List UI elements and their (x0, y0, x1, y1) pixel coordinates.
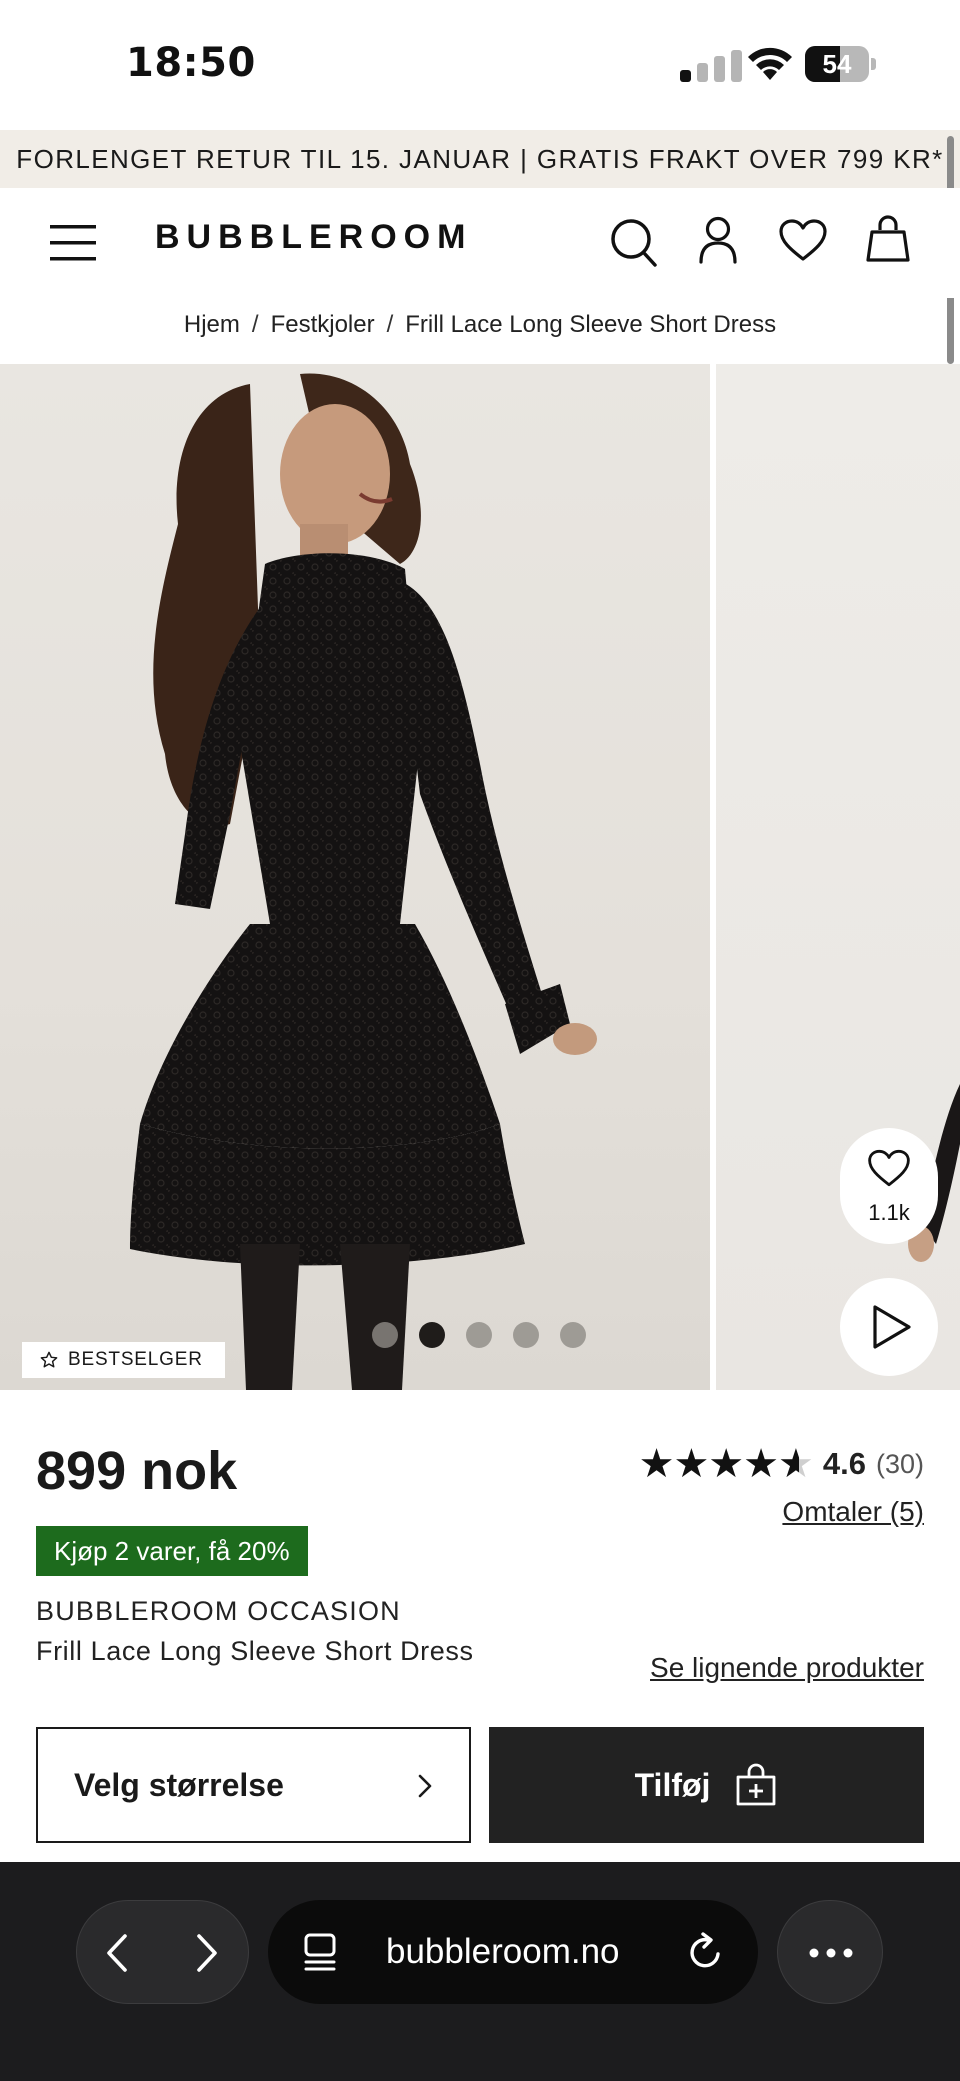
account-icon[interactable] (698, 216, 738, 264)
back-arrow-icon[interactable] (105, 1933, 129, 1973)
star-outline-icon (40, 1351, 58, 1368)
add-to-bag-icon (737, 1763, 776, 1806)
wishlist-heart-icon[interactable] (778, 218, 828, 262)
wifi-icon (748, 47, 792, 80)
breadcrumb-category[interactable]: Festkjoler (271, 311, 375, 338)
rating-value: 4.6 (822, 1446, 866, 1481)
breadcrumb-home[interactable]: Hjem (184, 311, 240, 338)
model-in-black-lace-dress-image (130, 373, 597, 1390)
select-size-button[interactable]: Velg størrelse (36, 1727, 471, 1843)
gallery-dot[interactable] (419, 1322, 445, 1348)
promo-banner[interactable]: FORLENGET RETUR TIL 15. JANUAR | GRATIS … (0, 130, 960, 188)
url-text[interactable]: bubbleroom.no (386, 1900, 620, 2004)
breadcrumb-current: Frill Lace Long Sleeve Short Dress (405, 311, 777, 338)
favorite-count: 1.1k (868, 1200, 910, 1225)
select-size-label: Velg størrelse (74, 1767, 284, 1803)
status-bar: 18:50 54 (0, 0, 960, 130)
rating-stars: ★★★★★ ★★★★★ (638, 1442, 814, 1486)
more-options-button[interactable] (777, 1900, 883, 2004)
breadcrumb-separator: / (251, 311, 259, 338)
reload-icon[interactable] (686, 1930, 726, 1974)
add-to-cart-button[interactable]: Tilføj (489, 1727, 924, 1843)
chevron-right-icon (418, 1774, 432, 1798)
page-tabs-icon[interactable] (302, 1932, 338, 1972)
menu-icon[interactable] (50, 223, 96, 263)
breadcrumb-separator: / (386, 311, 394, 338)
multi-buy-promo-badge: Kjøp 2 varer, få 20% (36, 1526, 308, 1576)
product-photo-main[interactable] (0, 364, 710, 1390)
bestseller-label: BESTSELGER (68, 1349, 203, 1370)
gallery-dot[interactable] (513, 1322, 539, 1348)
address-bar[interactable]: bubbleroom.no (268, 1900, 758, 2004)
battery-level: 54 (822, 49, 852, 79)
favorite-bubble[interactable]: 1.1k (840, 1128, 938, 1244)
gallery-dot[interactable] (466, 1322, 492, 1348)
reviews-link[interactable]: Omtaler (5) (782, 1496, 924, 1528)
similar-products-link[interactable]: Se lignende produkter (650, 1652, 924, 1684)
cellular-signal-icon (680, 50, 742, 82)
add-to-cart-label: Tilføj (634, 1766, 711, 1803)
product-price: 899 nok (36, 1441, 238, 1501)
product-rating[interactable]: ★★★★★ ★★★★★ 4.6 (30) (639, 1444, 924, 1484)
product-name: Frill Lace Long Sleeve Short Dress (36, 1636, 474, 1666)
battery-icon: 54 (805, 46, 876, 82)
play-video-button[interactable] (840, 1278, 938, 1376)
product-brand[interactable]: BUBBLEROOM OCCASION (36, 1596, 401, 1627)
bubbleroom-logo[interactable]: BUBBLEROOM (155, 218, 472, 257)
product-gallery[interactable]: BESTSELGER 1.1k (0, 364, 960, 1390)
browser-nav-group (76, 1900, 249, 2004)
product-photo-next[interactable] (716, 364, 960, 1390)
gallery-dot[interactable] (372, 1322, 398, 1348)
status-time: 18:50 (126, 40, 256, 86)
gallery-dot[interactable] (560, 1322, 586, 1348)
forward-arrow-icon[interactable] (195, 1933, 219, 1973)
breadcrumb: Hjem / Festkjoler / Frill Lace Long Sleeve S… (0, 298, 960, 364)
search-icon[interactable] (610, 218, 658, 268)
next-photo-preview-image (908, 1084, 960, 1262)
cart-bag-icon[interactable] (866, 214, 910, 264)
heart-icon[interactable] (867, 1148, 911, 1188)
rating-count: (30) (875, 1448, 924, 1479)
site-header: BUBBLEROOM (0, 188, 960, 298)
bestseller-badge: BESTSELGER (22, 1342, 225, 1378)
more-dots-icon (809, 1948, 853, 1958)
browser-toolbar: bubbleroom.no (0, 1862, 960, 2081)
play-icon (873, 1305, 911, 1349)
gallery-pagination[interactable] (372, 1322, 586, 1348)
